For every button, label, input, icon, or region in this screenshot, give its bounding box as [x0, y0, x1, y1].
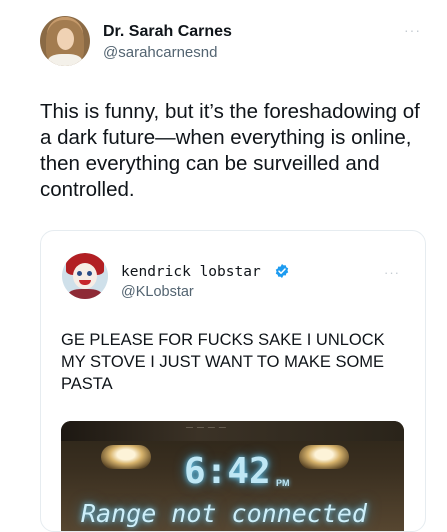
stove-clock-ampm: PM [276, 478, 290, 488]
avatar-face [73, 263, 97, 289]
stove-clock: 6:42 [184, 451, 271, 492]
avatar-eye [77, 271, 82, 276]
quoted-tweet[interactable]: kendrick lobstar @KLobstar ··· GE PLEASE… [40, 230, 426, 532]
avatar-face [57, 28, 74, 50]
more-options-icon[interactable]: ··· [384, 265, 400, 280]
stove-scrolling-message: Range not connected [81, 499, 367, 528]
quoted-tweet-text: GE PLEASE FOR FUCKS SAKE I UNLOCK MY STO… [61, 331, 385, 393]
more-options-icon[interactable]: ··· [404, 22, 421, 38]
stove-display-photo[interactable]: — — — — 6:42 PM Range not connected [61, 421, 404, 531]
light-glow [299, 445, 349, 469]
strip-label: — — — — [186, 424, 227, 431]
author-display-name[interactable]: Dr. Sarah Carnes [103, 23, 232, 41]
avatar-eye [87, 271, 92, 276]
avatar-coat [68, 289, 102, 299]
quoted-author-handle[interactable]: @KLobstar [121, 284, 194, 300]
tweet-text: This is funny, but it’s the foreshadowin… [40, 100, 420, 201]
avatar-shirt [48, 54, 82, 66]
author-avatar[interactable] [40, 16, 90, 66]
verified-badge-icon [275, 264, 289, 278]
light-glow [101, 445, 151, 469]
photo-top-strip: — — — — [61, 421, 404, 441]
author-handle[interactable]: @sarahcarnesnd [103, 44, 217, 61]
quoted-author-avatar[interactable] [62, 253, 108, 299]
quoted-author-display-name[interactable]: kendrick lobstar [121, 264, 261, 280]
